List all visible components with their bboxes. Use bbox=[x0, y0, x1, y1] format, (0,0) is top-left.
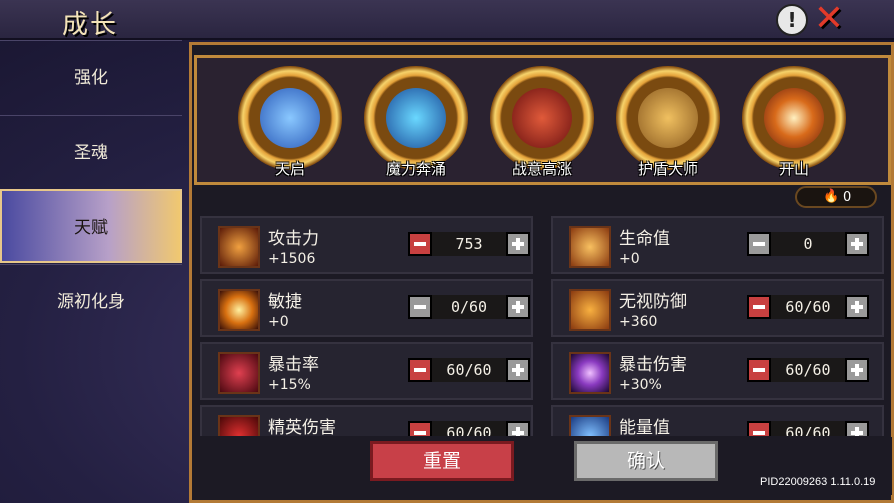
version-label: PID22009263 1.11.0.19 bbox=[760, 476, 876, 488]
talent-label: 战意高涨 bbox=[511, 160, 572, 178]
stat-value: 0/60 bbox=[432, 295, 506, 319]
sidebar-item-enhance[interactable]: 强化 bbox=[0, 40, 182, 115]
stat-value: 60/60 bbox=[432, 421, 506, 436]
talent-ring bbox=[490, 66, 594, 170]
increase-button[interactable] bbox=[506, 358, 530, 382]
purple-orb-icon bbox=[569, 352, 611, 394]
talent-ring bbox=[238, 66, 342, 170]
decrease-button[interactable] bbox=[408, 421, 432, 436]
stat-value: 60/60 bbox=[432, 358, 506, 382]
increase-button[interactable] bbox=[506, 295, 530, 319]
increase-button[interactable] bbox=[506, 232, 530, 256]
decrease-button[interactable] bbox=[408, 358, 432, 382]
talent-ring bbox=[364, 66, 468, 170]
shield-icon bbox=[638, 88, 698, 148]
meditating-figure-icon bbox=[260, 88, 320, 148]
stat-value: 60/60 bbox=[771, 295, 845, 319]
increase-button[interactable] bbox=[845, 295, 869, 319]
talent-mountain-split[interactable]: 开山 bbox=[739, 66, 849, 178]
stat-bonus: +30% bbox=[619, 377, 662, 393]
stat-card-attack: 攻击力 +1506 753 bbox=[200, 216, 533, 274]
increase-button[interactable] bbox=[845, 232, 869, 256]
sidebar-item-holy-soul[interactable]: 圣魂 bbox=[0, 115, 182, 190]
title-bar: 成长 ! ✕ bbox=[0, 0, 894, 40]
decrease-button[interactable] bbox=[747, 295, 771, 319]
confirm-button[interactable]: 确认 bbox=[574, 441, 718, 481]
stat-card-energy: 能量值 60/60 bbox=[551, 405, 884, 436]
decrease-button[interactable] bbox=[747, 421, 771, 436]
talent-ring bbox=[742, 66, 846, 170]
stat-bonus: +0 bbox=[268, 314, 289, 330]
dragon-icon bbox=[218, 415, 260, 436]
talent-shield-master[interactable]: 护盾大师 bbox=[613, 66, 723, 178]
sidebar-item-primal-avatar[interactable]: 源初化身 bbox=[0, 264, 182, 339]
increase-button[interactable] bbox=[845, 421, 869, 436]
heart-icon bbox=[569, 226, 611, 268]
red-vortex-icon bbox=[218, 352, 260, 394]
decrease-button[interactable] bbox=[408, 232, 432, 256]
stat-card-agility: 敏捷 +0 0/60 bbox=[200, 279, 533, 337]
stat-card-ignore-defense: 无视防御 +360 60/60 bbox=[551, 279, 884, 337]
stat-value: 60/60 bbox=[771, 358, 845, 382]
decrease-button[interactable] bbox=[747, 358, 771, 382]
stat-card-crit-rate: 暴击率 +15% 60/60 bbox=[200, 342, 533, 400]
stat-name: 暴击伤害 bbox=[619, 355, 687, 375]
stat-name: 攻击力 bbox=[268, 229, 319, 249]
stat-bonus: +15% bbox=[268, 377, 311, 393]
decrease-button[interactable] bbox=[747, 232, 771, 256]
mana-swirl-icon bbox=[386, 88, 446, 148]
stat-name: 生命值 bbox=[619, 229, 670, 249]
talent-battle-fervor[interactable]: 战意高涨 bbox=[487, 66, 597, 178]
sun-icon bbox=[218, 289, 260, 331]
sidebar: 强化 圣魂 天赋 源初化身 bbox=[0, 40, 184, 340]
increase-button[interactable] bbox=[506, 421, 530, 436]
close-icon[interactable]: ✕ bbox=[812, 1, 846, 37]
talent-points-value: 0 bbox=[843, 190, 852, 205]
burst-icon bbox=[764, 88, 824, 148]
reset-button[interactable]: 重置 bbox=[370, 441, 514, 481]
stat-bonus: +1506 bbox=[268, 251, 316, 267]
stat-name: 精英伤害 bbox=[268, 418, 336, 436]
sidebar-item-talent[interactable]: 天赋 bbox=[0, 189, 182, 263]
stat-card-crit-damage: 暴击伤害 +30% 60/60 bbox=[551, 342, 884, 400]
stat-name: 暴击率 bbox=[268, 355, 319, 375]
talent-label: 开山 bbox=[778, 160, 809, 178]
decrease-button[interactable] bbox=[408, 295, 432, 319]
stat-name: 能量值 bbox=[619, 418, 670, 436]
stat-card-hp: 生命值 +0 0 bbox=[551, 216, 884, 274]
talent-label: 天启 bbox=[274, 160, 305, 178]
stat-name: 敏捷 bbox=[268, 292, 302, 312]
stat-name: 无视防御 bbox=[619, 292, 687, 312]
stat-value: 60/60 bbox=[771, 421, 845, 436]
talent-mana-surge[interactable]: 魔力奔涌 bbox=[361, 66, 471, 178]
fire-icon: 🔥 bbox=[823, 189, 840, 204]
sword-icon bbox=[218, 226, 260, 268]
energy-icon bbox=[569, 415, 611, 436]
talent-points-badge: 🔥 0 bbox=[795, 186, 877, 208]
stat-bonus: +360 bbox=[619, 314, 658, 330]
stat-list[interactable]: 攻击力 +1506 753 生命值 +0 0 敏捷 +0 0/60 无视防御 +… bbox=[200, 210, 886, 436]
talent-ring bbox=[616, 66, 720, 170]
increase-button[interactable] bbox=[845, 358, 869, 382]
talent-apocalypse[interactable]: 天启 bbox=[235, 66, 345, 178]
stat-bonus: +0 bbox=[619, 251, 640, 267]
stat-value: 0 bbox=[771, 232, 845, 256]
stat-value: 753 bbox=[432, 232, 506, 256]
info-icon[interactable]: ! bbox=[776, 4, 808, 36]
talent-label: 魔力奔涌 bbox=[385, 160, 446, 178]
stat-card-elite-damage: 精英伤害 60/60 bbox=[200, 405, 533, 436]
broken-shield-icon bbox=[569, 289, 611, 331]
crimson-rage-icon bbox=[512, 88, 572, 148]
talent-label: 护盾大师 bbox=[637, 160, 698, 178]
page-title: 成长 bbox=[62, 10, 119, 40]
